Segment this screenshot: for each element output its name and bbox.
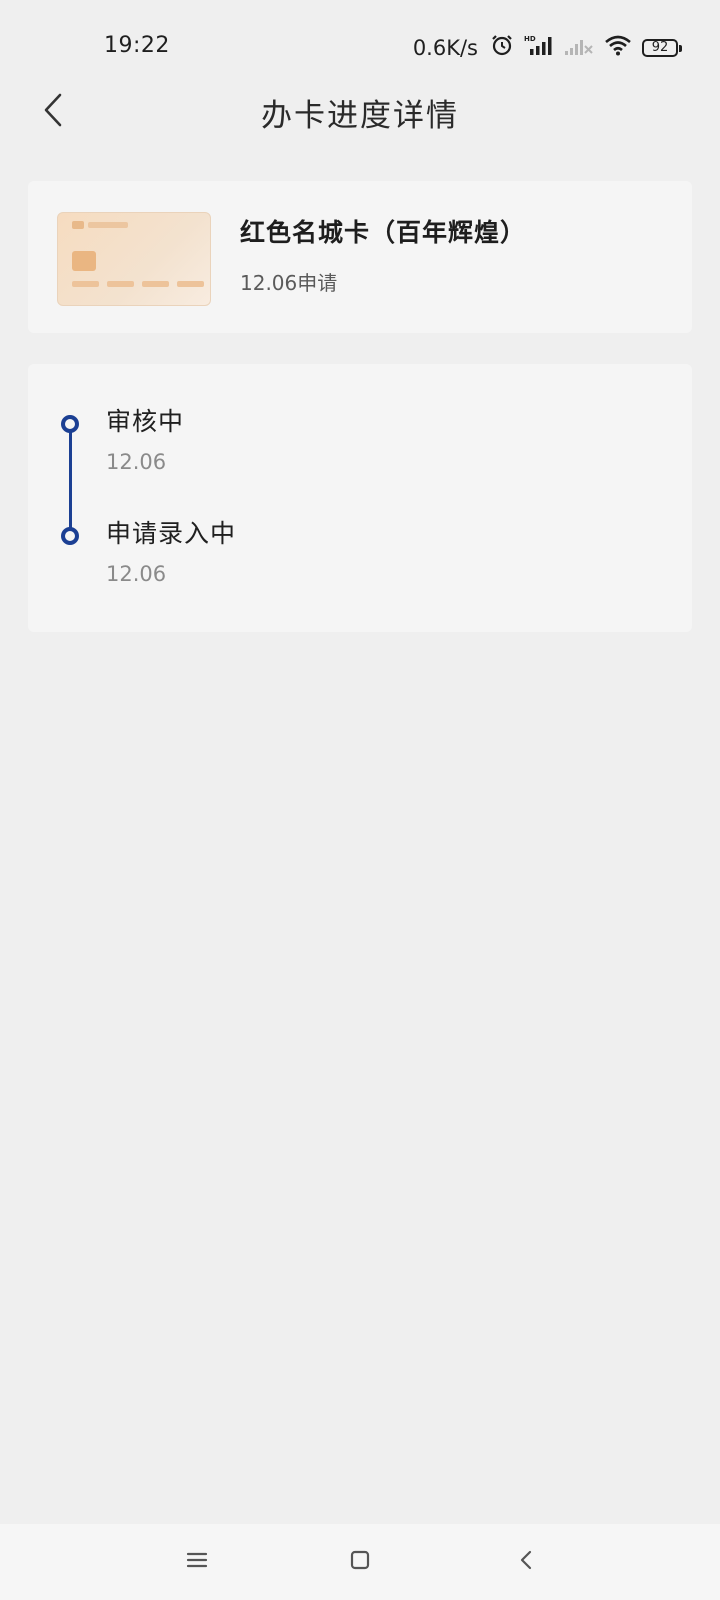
wifi-icon bbox=[604, 34, 632, 61]
bank-logo bbox=[72, 220, 132, 230]
card-apply-date: 12.06申请 bbox=[240, 271, 338, 295]
timeline-step-label: 申请录入中 bbox=[106, 519, 237, 548]
card-chip bbox=[72, 251, 96, 271]
timeline-dot bbox=[61, 527, 79, 545]
net-speed: 0.6K/s bbox=[412, 35, 478, 60]
timeline-step-date: 12.06 bbox=[106, 562, 167, 586]
timeline-step-date: 12.06 bbox=[106, 450, 167, 474]
status-icons: 0.6K/s HD 92 bbox=[412, 33, 682, 62]
menu-icon bbox=[186, 1551, 208, 1573]
card-name: 红色名城卡（百年辉煌） bbox=[240, 218, 527, 247]
hd-signal-icon: HD bbox=[524, 34, 554, 61]
battery-icon: 92 bbox=[642, 38, 682, 57]
nav-back-button[interactable] bbox=[506, 1542, 546, 1582]
card-number-stripes bbox=[72, 281, 204, 287]
header: 办卡进度详情 bbox=[0, 80, 720, 144]
timeline-connector bbox=[69, 424, 72, 534]
alarm-icon bbox=[490, 33, 514, 62]
home-button[interactable] bbox=[340, 1542, 380, 1582]
back-icon bbox=[518, 1549, 534, 1575]
system-nav-bar bbox=[0, 1524, 720, 1600]
svg-text:HD: HD bbox=[524, 35, 536, 43]
home-icon bbox=[349, 1549, 371, 1575]
card-info-panel[interactable]: 红色名城卡（百年辉煌） 12.06申请 bbox=[28, 181, 692, 333]
signal-off-icon bbox=[564, 34, 594, 61]
status-time: 19:22 bbox=[104, 33, 170, 58]
page-title: 办卡进度详情 bbox=[261, 98, 459, 134]
timeline-dot bbox=[61, 415, 79, 433]
progress-timeline: 审核中 12.06 申请录入中 12.06 bbox=[28, 364, 692, 632]
timeline-step-label: 审核中 bbox=[106, 407, 185, 436]
card-thumbnail bbox=[57, 212, 211, 306]
menu-button[interactable] bbox=[177, 1542, 217, 1582]
